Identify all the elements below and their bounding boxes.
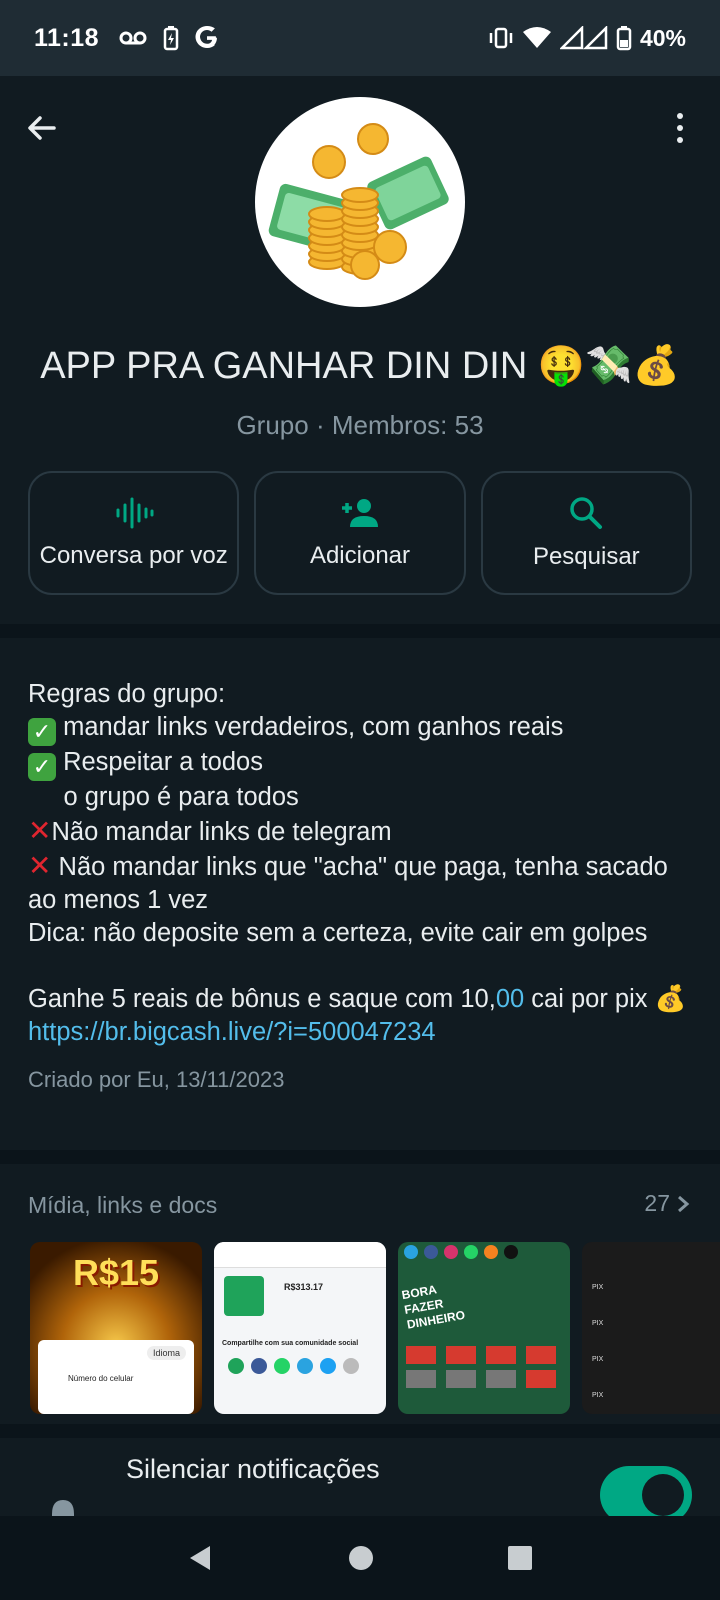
status-time: 11:18 [34,23,100,52]
vibrate-icon [488,27,514,49]
bigcash-link[interactable]: https://br.bigcash.live/?i=500047234 [28,1018,436,1046]
voice-chat-icon [116,497,154,529]
media-thumbnail[interactable]: R$313.17 Compartilhe com sua comunidade … [214,1242,386,1414]
description-line: Dica: não deposite sem a certeza, evite … [28,919,648,947]
description-line: ✓ mandar links verdadeiros, com ganhos r… [28,711,692,746]
group-avatar[interactable] [255,97,465,307]
add-member-button[interactable]: Adicionar [254,471,466,595]
voice-chat-label: Conversa por voz [39,542,228,569]
cross-mark-icon: ✕ [28,815,52,846]
search-button[interactable]: Pesquisar [480,471,692,595]
mute-notifications-toggle[interactable] [600,1466,692,1518]
mute-notifications-label: Silenciar notificações [126,1454,380,1484]
description-line: Regras do grupo: [28,680,226,708]
system-nav-bar [0,1516,720,1600]
description-line: ✕ Não mandar links que "acha" que paga, … [28,850,675,914]
bell-icon [52,1500,74,1518]
check-mark-icon: ✓ [28,718,56,746]
description-line: ✕Não mandar links de telegram [28,815,392,846]
check-mark-icon: ✓ [28,753,56,781]
money-coins-icon [268,123,449,280]
media-links-docs[interactable]: Mídia, links e docs 27 R$15 Idioma Númer… [0,1164,720,1424]
google-icon [195,26,219,50]
arrow-left-icon [28,116,56,140]
add-person-icon [341,499,378,527]
nav-back-icon[interactable] [186,1543,216,1573]
group-header: APP PRA GANHAR DIN DIN 🤑💸💰 Grupo · Membr… [0,76,720,624]
media-thumbnails: R$15 Idioma Número do celular R$313.17 C… [30,1242,720,1414]
battery-saver-icon [163,25,179,51]
dot-icon [677,125,683,131]
mute-notifications-row[interactable]: Silenciar notificações [0,1438,720,1518]
media-thumbnail[interactable]: R$15 Idioma Número do celular [30,1242,202,1414]
wifi-icon [522,26,552,50]
chevron-right-icon [678,1195,690,1212]
thumbnail-text: BORA FAZER DINHEIRO [400,1282,467,1332]
more-options-button[interactable] [660,104,700,152]
thumbnail-text: R$15 [72,1252,160,1293]
cross-mark-icon: ✕ [28,850,52,881]
media-count[interactable]: 27 [644,1190,690,1217]
nav-home-icon[interactable] [347,1544,375,1572]
battery-icon [616,25,632,51]
voice-chat-button[interactable]: Conversa por voz [28,471,240,595]
dot-icon [677,137,683,143]
media-title: Mídia, links e docs [28,1192,218,1218]
dot-icon [677,113,683,119]
action-row: Conversa por voz Adicionar Pesquisar [28,471,692,595]
nav-recents-icon[interactable] [506,1544,534,1572]
search-label: Pesquisar [532,543,640,570]
group-description[interactable]: Regras do grupo: ✓ mandar links verdadei… [0,638,720,1150]
media-thumbnail[interactable]: BORA FAZER DINHEIRO [398,1242,570,1414]
back-button[interactable] [18,104,66,152]
description-line: o grupo é para todos [28,783,299,811]
created-by-text: Criado por Eu, 13/11/2023 [28,1067,285,1092]
media-thumbnail[interactable]: PIX PIX PIX PIX [582,1242,720,1414]
battery-percent: 40% [639,24,686,51]
description-line: ✓ Respeitar a todos [28,746,692,781]
group-subtitle[interactable]: Grupo · Membros: 53 [0,410,720,441]
group-name: APP PRA GANHAR DIN DIN 🤑💸💰 [40,345,680,387]
status-bar: 11:18 40% [0,0,720,76]
signal-icon [559,26,608,50]
search-icon [570,497,603,529]
description-line: Ganhe 5 reais de bônus e saque com 10,00… [28,985,694,1046]
voicemail-icon [119,30,147,46]
add-member-label: Adicionar [309,542,411,569]
